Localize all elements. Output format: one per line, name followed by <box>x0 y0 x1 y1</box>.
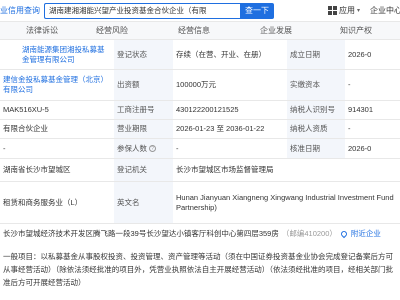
insured-label: 参保人数 <box>117 143 147 153</box>
business-scope: 一般项目：以私募基金从事股权投资、投资管理、资产管理等活动（须在中国证券投资基金… <box>3 252 393 287</box>
registration-number: 430122200121525 <box>173 101 287 119</box>
table-row: 湖南能源集团湘投私募基金管理有限公司 登记状态 存续（在营、开业、在册） 成立日… <box>0 40 400 70</box>
postcode: （邮编410200） <box>281 229 337 238</box>
table-row: 有限合伙企业 营业期限 2026-01-23 至 2036-01-22 纳税人资… <box>0 120 400 139</box>
registration-authority: 长沙市望城区市场监督管理局 <box>173 159 400 181</box>
business-term: 2026-01-23 至 2036-01-22 <box>173 120 287 138</box>
registration-status: 存续（在营、开业、在册） <box>173 40 287 69</box>
tab-ip[interactable]: 知识产权 <box>340 22 372 40</box>
manager-link[interactable]: 建信金投私募基金管理（北京）有限公司 <box>0 70 112 100</box>
site-logo[interactable]: 企业信用查询 <box>0 5 42 17</box>
field-label: 登记机关 <box>114 159 173 181</box>
apps-menu-label[interactable]: 应用 <box>339 5 355 17</box>
field-label: 核准日期 <box>287 139 345 158</box>
logo-text: 企业信用查询 <box>0 6 40 15</box>
staff-size: - <box>0 139 112 158</box>
tab-development[interactable]: 企业发展 <box>260 22 292 40</box>
table-row: MAK516XU-5 工商注册号 430122200121525 纳税人识别号 … <box>0 101 400 120</box>
chevron-down-icon[interactable]: ▾ <box>357 5 360 17</box>
table-row: - 参保人数 ? - 核准日期 2026-0 <box>0 139 400 159</box>
tab-legal[interactable]: 法律诉讼 <box>26 22 58 40</box>
field-label: 出资额 <box>114 70 173 100</box>
field-label: 实缴资本 <box>287 70 345 100</box>
field-label: 工商注册号 <box>114 101 173 119</box>
company-type: 有限合伙企业 <box>0 120 112 138</box>
industry: 租赁和商务服务业（L） <box>0 182 112 223</box>
tab-risk[interactable]: 经营风险 <box>96 22 128 40</box>
tab-business-info[interactable]: 经营信息 <box>178 22 210 40</box>
location-pin-icon[interactable] <box>339 229 349 239</box>
top-header: 企业信用查询 湖南建湘湘能兴望产业投资基金合伙企业（有限 查一下 应用 ▾ 企业… <box>0 0 400 22</box>
capital-amount: 100000万元 <box>173 70 287 100</box>
search-input[interactable]: 湖南建湘湘能兴望产业投资基金合伙企业（有限 <box>44 3 240 19</box>
apps-grid-icon[interactable] <box>328 6 337 15</box>
field-label: 参保人数 ? <box>114 139 173 158</box>
region: 湖南省长沙市望城区 <box>0 159 112 181</box>
table-row: 湖南省长沙市望城区 登记机关 长沙市望城区市场监督管理局 <box>0 159 400 182</box>
insured-count: - <box>173 139 287 158</box>
field-label: 成立日期 <box>287 40 345 69</box>
field-label: 英文名 <box>114 182 173 223</box>
taxpayer-id: 914301 <box>345 101 400 119</box>
paid-capital: - <box>345 70 400 100</box>
nearby-companies-link[interactable]: 附近企业 <box>351 229 381 239</box>
address-row: 长沙市望城经济技术开发区腾飞路一段39号长沙望达小镇客厅科创中心第四层359房 … <box>0 224 400 244</box>
field-label: 纳税人资质 <box>287 120 345 138</box>
partner-link[interactable]: 湖南能源集团湘投私募基金管理有限公司 <box>0 40 112 69</box>
approval-date: 2026-0 <box>345 139 400 158</box>
help-icon[interactable]: ? <box>149 145 156 152</box>
search-button[interactable]: 查一下 <box>240 3 274 19</box>
english-name: Hunan Jianyuan Xiangneng Xingwang Indust… <box>173 182 400 223</box>
field-label: 登记状态 <box>114 40 173 69</box>
address-text: 长沙市望城经济技术开发区腾飞路一段39号长沙望达小镇客厅科创中心第四层359房 <box>3 229 279 238</box>
section-tabs: 法律诉讼 经营风险 经营信息 企业发展 知识产权 <box>0 22 400 40</box>
table-row: 建信金投私募基金管理（北京）有限公司 出资额 100000万元 实缴资本 - <box>0 70 400 101</box>
enterprise-center-link[interactable]: 企业中心 <box>370 5 400 17</box>
taxpayer-qualification: - <box>345 120 400 138</box>
table-row: 租赁和商务服务业（L） 英文名 Hunan Jianyuan Xiangneng… <box>0 182 400 224</box>
field-label: 营业期限 <box>114 120 173 138</box>
credit-code: MAK516XU-5 <box>0 101 112 119</box>
registered-address: 长沙市望城经济技术开发区腾飞路一段39号长沙望达小镇客厅科创中心第四层359房 … <box>0 224 400 244</box>
field-label: 纳税人识别号 <box>287 101 345 119</box>
established-date: 2026-0 <box>345 40 400 69</box>
